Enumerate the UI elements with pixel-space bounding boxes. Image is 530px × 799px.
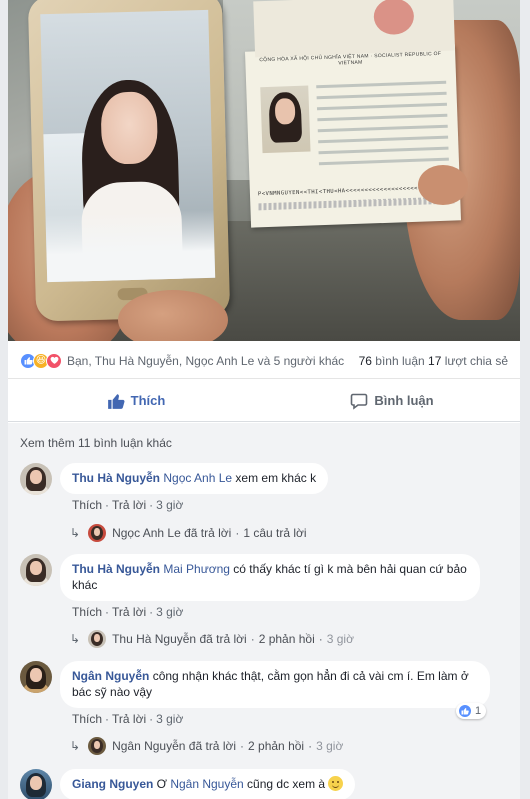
comment-tag[interactable]: Mai Phương <box>163 562 230 576</box>
reply-count: 2 phản hồi <box>258 632 315 646</box>
comment-body: Giang Nguyen Ơ Ngân Nguyễn cũng dc xem à <box>60 769 356 799</box>
comment-tag[interactable]: Ngọc Anh Le <box>163 471 232 485</box>
comment-item: Ngân Nguyễn công nhận khác thật, cằm gọn… <box>20 661 490 726</box>
reply-count: 2 phản hồi <box>248 739 305 753</box>
screen-strip <box>45 209 216 283</box>
passport-fields <box>316 80 449 173</box>
screen-face <box>100 91 159 165</box>
reactions-bar: 😆 Bạn, Thu Hà Nguyễn, Ngọc Anh Le và 5 n… <box>8 343 520 379</box>
comment-item: Thu Hà Nguyễn Ngọc Anh Le xem em khác k … <box>20 463 329 512</box>
replies-summary[interactable]: ↳ Ngân Nguyễn đã trả lời · 2 phản hồi · 3 gi… <box>70 737 343 755</box>
like-count: 1 <box>475 705 482 717</box>
comment-bubble: Thu Hà Nguyễn Mai Phương có thấy khác tí… <box>60 554 480 601</box>
avatar[interactable] <box>20 769 52 799</box>
passport-photo <box>260 85 311 154</box>
post-stats: 76 bình luận 17 lượt chia sẻ <box>359 354 508 368</box>
comment-tag[interactable]: Ngân Nguyễn <box>170 777 243 791</box>
reply-arrow-icon: ↳ <box>70 739 81 753</box>
comment-reply-link[interactable]: Trả lời <box>112 712 146 726</box>
shares-count[interactable]: 17 <box>428 354 441 368</box>
comment-reply-link[interactable]: Trả lời <box>112 605 146 619</box>
comment-body: Thu Hà Nguyễn Mai Phương có thấy khác tí… <box>60 554 480 619</box>
comment-like-count[interactable]: 1 <box>456 703 487 719</box>
shares-label[interactable]: lượt chia sẻ <box>445 354 508 368</box>
reply-time: 3 giờ <box>316 739 344 753</box>
comment-text: cũng dc xem à <box>243 777 329 791</box>
like-button-label: Thích <box>130 393 166 408</box>
reply-text: đã trả lời <box>199 632 247 646</box>
comment-item: Giang Nguyen Ơ Ngân Nguyễn cũng dc xem à <box>20 769 356 799</box>
comment-item: Thu Hà Nguyễn Mai Phương có thấy khác tí… <box>20 554 480 619</box>
replies-summary[interactable]: ↳ Ngọc Anh Le đã trả lời · 1 câu trả lời <box>70 524 307 542</box>
comment-meta: Thích · Trả lời · 3 giờ <box>72 498 184 512</box>
photo-fingers <box>118 290 228 341</box>
phone-screen <box>40 9 216 283</box>
reply-arrow-icon: ↳ <box>70 632 81 646</box>
photo-thumb-right <box>418 165 468 205</box>
comment-author[interactable]: Thu Hà Nguyễn <box>72 471 160 485</box>
passport-cover <box>253 0 456 58</box>
reply-arrow-icon: ↳ <box>70 526 81 540</box>
comment-bubble: Thu Hà Nguyễn Ngọc Anh Le xem em khác k <box>60 463 329 494</box>
post-card: CỘNG HÒA XÃ HỘI CHỦ NGHĨA VIỆT NAM · SOC… <box>8 0 520 799</box>
reply-text: đã trả lời <box>184 526 232 540</box>
comment-time[interactable]: 3 giờ <box>156 605 183 619</box>
comment-prefix: Ơ <box>153 777 171 791</box>
comment-body: Ngân Nguyễn công nhận khác thật, cằm gọn… <box>60 661 490 726</box>
view-more-comments-link[interactable]: Xem thêm 11 bình luận khác <box>20 436 172 450</box>
avatar <box>88 630 107 648</box>
reply-author: Ngọc Anh Le <box>112 526 181 540</box>
comment-body: Thu Hà Nguyễn Ngọc Anh Le xem em khác k … <box>60 463 329 512</box>
reply-author: Thu Hà Nguyễn <box>112 632 197 646</box>
comment-like-link[interactable]: Thích <box>72 605 102 619</box>
comment-button[interactable]: Bình luận <box>264 380 520 421</box>
avatar[interactable] <box>20 554 52 586</box>
comment-meta: Thích · Trả lời · 3 giờ <box>72 605 184 619</box>
pp-face <box>274 98 296 125</box>
reply-time: 3 giờ <box>326 632 354 646</box>
reply-count: 1 câu trả lời <box>243 526 307 540</box>
comment-time[interactable]: 3 giờ <box>156 712 183 726</box>
comment-author[interactable]: Giang Nguyen <box>72 777 153 791</box>
comment-reply-link[interactable]: Trả lời <box>112 498 146 512</box>
comment-meta: Thích · Trả lời · 3 giờ <box>72 712 184 726</box>
post-photo[interactable]: CỘNG HÒA XÃ HỘI CHỦ NGHĨA VIỆT NAM · SOC… <box>8 0 520 341</box>
comment-button-label: Bình luận <box>374 393 434 408</box>
smile-emoji-icon <box>328 776 344 791</box>
comment-author[interactable]: Ngân Nguyễn <box>72 669 149 683</box>
comment-bubble: Giang Nguyen Ơ Ngân Nguyễn cũng dc xem à <box>60 769 356 799</box>
avatar[interactable] <box>20 463 52 495</box>
avatar <box>88 524 107 542</box>
thumbs-up-icon <box>107 393 125 409</box>
comments-section: Xem thêm 11 bình luận khác Thu Hà Nguyễn… <box>8 423 520 799</box>
comments-count[interactable]: 76 <box>359 354 372 368</box>
reaction-icons[interactable]: 😆 <box>20 352 62 369</box>
comment-text: xem em khác k <box>232 471 317 485</box>
comment-author[interactable]: Thu Hà Nguyễn <box>72 562 160 576</box>
comment-time[interactable]: 3 giờ <box>156 498 183 512</box>
avatar[interactable] <box>20 661 52 693</box>
speech-bubble-icon <box>351 393 368 410</box>
action-bar: Thích Bình luận <box>8 380 520 422</box>
replies-summary[interactable]: ↳ Thu Hà Nguyễn đã trả lời · 2 phản hồi · 3 … <box>70 630 354 648</box>
like-reaction-icon <box>458 704 472 718</box>
comment-bubble: Ngân Nguyễn công nhận khác thật, cằm gọn… <box>60 661 490 708</box>
love-reaction-icon <box>46 352 62 369</box>
comment-like-link[interactable]: Thích <box>72 498 102 512</box>
like-button[interactable]: Thích <box>8 380 264 421</box>
comments-label[interactable]: bình luận <box>375 354 424 368</box>
avatar <box>88 737 107 755</box>
reaction-names[interactable]: Bạn, Thu Hà Nguyễn, Ngọc Anh Le và 5 ngư… <box>67 354 344 368</box>
reply-author: Ngân Nguyễn <box>112 739 186 753</box>
photo-phone <box>27 0 231 322</box>
comment-like-link[interactable]: Thích <box>72 712 102 726</box>
reply-text: đã trả lời <box>188 739 237 753</box>
